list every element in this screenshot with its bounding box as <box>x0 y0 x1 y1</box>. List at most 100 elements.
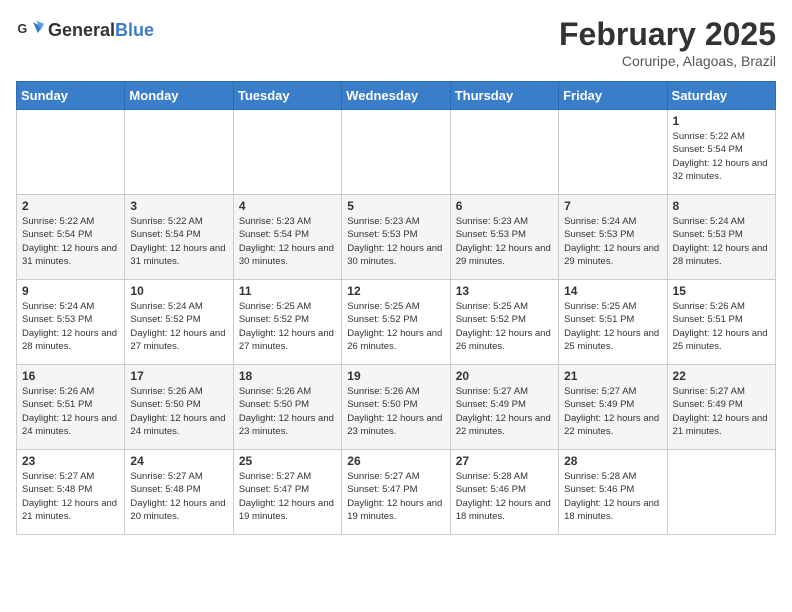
week-row-1: 1 Sunrise: 5:22 AM Sunset: 5:54 PM Daylig… <box>17 110 776 195</box>
calendar-table: SundayMondayTuesdayWednesdayThursdayFrid… <box>16 81 776 535</box>
weekday-header-row: SundayMondayTuesdayWednesdayThursdayFrid… <box>17 82 776 110</box>
day-number: 12 <box>347 284 444 298</box>
calendar-cell: 25 Sunrise: 5:27 AM Sunset: 5:47 PM Dayli… <box>233 450 341 535</box>
day-info: Sunrise: 5:27 AM Sunset: 5:47 PM Dayligh… <box>239 470 336 523</box>
day-info: Sunrise: 5:24 AM Sunset: 5:53 PM Dayligh… <box>22 300 119 353</box>
weekday-header-monday: Monday <box>125 82 233 110</box>
calendar-cell <box>125 110 233 195</box>
day-number: 24 <box>130 454 227 468</box>
day-number: 5 <box>347 199 444 213</box>
calendar-cell: 22 Sunrise: 5:27 AM Sunset: 5:49 PM Dayli… <box>667 365 775 450</box>
day-number: 19 <box>347 369 444 383</box>
day-info: Sunrise: 5:26 AM Sunset: 5:50 PM Dayligh… <box>130 385 227 438</box>
day-number: 9 <box>22 284 119 298</box>
day-number: 27 <box>456 454 553 468</box>
week-row-3: 9 Sunrise: 5:24 AM Sunset: 5:53 PM Daylig… <box>17 280 776 365</box>
calendar-cell <box>450 110 558 195</box>
calendar-cell <box>667 450 775 535</box>
calendar-cell: 11 Sunrise: 5:25 AM Sunset: 5:52 PM Dayli… <box>233 280 341 365</box>
day-info: Sunrise: 5:25 AM Sunset: 5:52 PM Dayligh… <box>347 300 444 353</box>
calendar-cell: 16 Sunrise: 5:26 AM Sunset: 5:51 PM Dayli… <box>17 365 125 450</box>
calendar-cell: 1 Sunrise: 5:22 AM Sunset: 5:54 PM Daylig… <box>667 110 775 195</box>
svg-text:G: G <box>18 22 28 36</box>
weekday-header-thursday: Thursday <box>450 82 558 110</box>
day-info: Sunrise: 5:24 AM Sunset: 5:53 PM Dayligh… <box>673 215 770 268</box>
location: Coruripe, Alagoas, Brazil <box>559 53 776 69</box>
calendar-cell: 3 Sunrise: 5:22 AM Sunset: 5:54 PM Daylig… <box>125 195 233 280</box>
calendar-cell: 17 Sunrise: 5:26 AM Sunset: 5:50 PM Dayli… <box>125 365 233 450</box>
month-title: February 2025 <box>559 16 776 53</box>
calendar-cell: 21Sunrise: 5:27 AM Sunset: 5:49 PM Dayli… <box>559 365 667 450</box>
week-row-5: 23 Sunrise: 5:27 AM Sunset: 5:48 PM Dayli… <box>17 450 776 535</box>
day-info: Sunrise: 5:22 AM Sunset: 5:54 PM Dayligh… <box>673 130 770 183</box>
day-number: 4 <box>239 199 336 213</box>
day-number: 10 <box>130 284 227 298</box>
calendar-cell: 23 Sunrise: 5:27 AM Sunset: 5:48 PM Dayli… <box>17 450 125 535</box>
day-info: Sunrise: 5:27 AM Sunset: 5:48 PM Dayligh… <box>130 470 227 523</box>
logo-icon: G <box>16 16 44 44</box>
weekday-header-friday: Friday <box>559 82 667 110</box>
day-number: 15 <box>673 284 770 298</box>
day-info: Sunrise: 5:27 AM Sunset: 5:49 PM Dayligh… <box>673 385 770 438</box>
logo: G GeneralBlue <box>16 16 154 44</box>
day-number: 7 <box>564 199 661 213</box>
day-number: 26 <box>347 454 444 468</box>
calendar-cell: 4 Sunrise: 5:23 AM Sunset: 5:54 PM Daylig… <box>233 195 341 280</box>
day-number: 11 <box>239 284 336 298</box>
calendar-cell: 12 Sunrise: 5:25 AM Sunset: 5:52 PM Dayli… <box>342 280 450 365</box>
day-number: 8 <box>673 199 770 213</box>
day-info: Sunrise: 5:23 AM Sunset: 5:54 PM Dayligh… <box>239 215 336 268</box>
day-number: 28 <box>564 454 661 468</box>
calendar-cell: 14 Sunrise: 5:25 AM Sunset: 5:51 PM Dayli… <box>559 280 667 365</box>
day-info: Sunrise: 5:27 AM Sunset: 5:48 PM Dayligh… <box>22 470 119 523</box>
day-info: Sunrise: 5:24 AM Sunset: 5:53 PM Dayligh… <box>564 215 661 268</box>
day-number: 22 <box>673 369 770 383</box>
calendar-cell: 9 Sunrise: 5:24 AM Sunset: 5:53 PM Daylig… <box>17 280 125 365</box>
day-number: 14 <box>564 284 661 298</box>
day-number: 13 <box>456 284 553 298</box>
day-number: 18 <box>239 369 336 383</box>
day-number: 2 <box>22 199 119 213</box>
calendar-cell: 24 Sunrise: 5:27 AM Sunset: 5:48 PM Dayli… <box>125 450 233 535</box>
day-info: Sunrise: 5:28 AM Sunset: 5:46 PM Dayligh… <box>564 470 661 523</box>
calendar-cell: 26 Sunrise: 5:27 AM Sunset: 5:47 PM Dayli… <box>342 450 450 535</box>
day-info: Sunrise: 5:26 AM Sunset: 5:50 PM Dayligh… <box>347 385 444 438</box>
logo-blue: Blue <box>115 20 154 40</box>
day-number: 25 <box>239 454 336 468</box>
week-row-4: 16 Sunrise: 5:26 AM Sunset: 5:51 PM Dayli… <box>17 365 776 450</box>
day-number: 23 <box>22 454 119 468</box>
day-info: Sunrise: 5:26 AM Sunset: 5:50 PM Dayligh… <box>239 385 336 438</box>
day-number: 16 <box>22 369 119 383</box>
day-number: 6 <box>456 199 553 213</box>
day-info: Sunrise: 5:27 AM Sunset: 5:47 PM Dayligh… <box>347 470 444 523</box>
day-number: 17 <box>130 369 227 383</box>
day-number: 3 <box>130 199 227 213</box>
page-header: G GeneralBlue February 2025 Coruripe, Al… <box>16 16 776 69</box>
calendar-cell <box>17 110 125 195</box>
calendar-cell: 13 Sunrise: 5:25 AM Sunset: 5:52 PM Dayli… <box>450 280 558 365</box>
day-info: Sunrise: 5:25 AM Sunset: 5:51 PM Dayligh… <box>564 300 661 353</box>
calendar-cell: 8 Sunrise: 5:24 AM Sunset: 5:53 PM Daylig… <box>667 195 775 280</box>
calendar-cell: 10Sunrise: 5:24 AM Sunset: 5:52 PM Dayli… <box>125 280 233 365</box>
title-block: February 2025 Coruripe, Alagoas, Brazil <box>559 16 776 69</box>
day-info: Sunrise: 5:26 AM Sunset: 5:51 PM Dayligh… <box>22 385 119 438</box>
day-info: Sunrise: 5:22 AM Sunset: 5:54 PM Dayligh… <box>130 215 227 268</box>
weekday-header-wednesday: Wednesday <box>342 82 450 110</box>
day-info: Sunrise: 5:26 AM Sunset: 5:51 PM Dayligh… <box>673 300 770 353</box>
day-info: Sunrise: 5:23 AM Sunset: 5:53 PM Dayligh… <box>456 215 553 268</box>
calendar-cell <box>233 110 341 195</box>
calendar-cell: 7 Sunrise: 5:24 AM Sunset: 5:53 PM Daylig… <box>559 195 667 280</box>
calendar-cell: 5Sunrise: 5:23 AM Sunset: 5:53 PM Daylig… <box>342 195 450 280</box>
day-number: 1 <box>673 114 770 128</box>
calendar-cell: 6 Sunrise: 5:23 AM Sunset: 5:53 PM Daylig… <box>450 195 558 280</box>
calendar-cell: 20Sunrise: 5:27 AM Sunset: 5:49 PM Dayli… <box>450 365 558 450</box>
day-info: Sunrise: 5:25 AM Sunset: 5:52 PM Dayligh… <box>239 300 336 353</box>
day-info: Sunrise: 5:22 AM Sunset: 5:54 PM Dayligh… <box>22 215 119 268</box>
day-info: Sunrise: 5:25 AM Sunset: 5:52 PM Dayligh… <box>456 300 553 353</box>
day-info: Sunrise: 5:28 AM Sunset: 5:46 PM Dayligh… <box>456 470 553 523</box>
calendar-cell: 19 Sunrise: 5:26 AM Sunset: 5:50 PM Dayli… <box>342 365 450 450</box>
day-info: Sunrise: 5:27 AM Sunset: 5:49 PM Dayligh… <box>456 385 553 438</box>
calendar-cell <box>342 110 450 195</box>
weekday-header-tuesday: Tuesday <box>233 82 341 110</box>
calendar-cell <box>559 110 667 195</box>
